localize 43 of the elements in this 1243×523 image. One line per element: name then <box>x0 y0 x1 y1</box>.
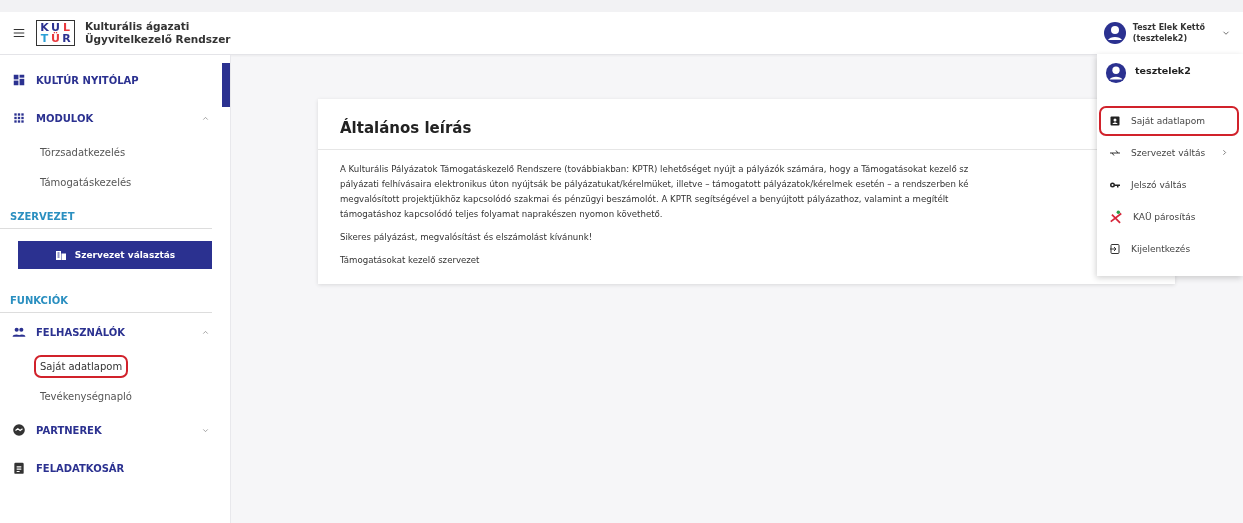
user-avatar-icon <box>1102 21 1127 45</box>
user-login: (tesztelek2) <box>1132 33 1189 44</box>
sidebar-item[interactable]: FELADATKOSÁR <box>0 449 222 487</box>
app-subtitle: Ügyvitelkezelő Rendszer <box>85 33 231 46</box>
paragraph-line: megvalósított projektjükhöz kapcsolódó szakmai és pénzügyi beszámolót. A KPTR segítségével a benyújtott pályázathoz, valamint a megítélt <box>340 193 949 206</box>
contact-card-icon <box>1109 115 1121 127</box>
kau-logo-icon <box>1109 210 1123 224</box>
menu-item[interactable]: KAÜ párosítás <box>1099 202 1239 232</box>
sidebar-subitem[interactable]: Támogatáskezelés <box>34 170 138 194</box>
paragraph-line: Sikeres pályázást, megvalósítást és elszámolást kívánunk! <box>340 231 593 244</box>
sidebar-group[interactable]: FELHASZNÁLÓK <box>0 313 222 351</box>
dashboard-icon <box>12 73 26 87</box>
sidebar-subitem[interactable]: Tevékenységnapló <box>34 384 138 408</box>
sidebar-group[interactable]: PARTNEREK <box>0 411 222 449</box>
people-icon <box>12 325 26 339</box>
menu-item[interactable]: Szervezet váltás <box>1099 138 1239 168</box>
sidebar-item[interactable]: KULTÚR NYITÓLAP <box>0 61 222 99</box>
menu-item[interactable]: Kijelentkezés <box>1099 234 1239 264</box>
menu-item[interactable]: Saját adatlapom <box>1099 106 1239 136</box>
chevron-right-icon <box>1220 147 1229 157</box>
grid-icon <box>12 111 26 125</box>
swap-arrows-icon <box>1109 147 1121 159</box>
logout-icon <box>1109 243 1121 255</box>
menu-icon[interactable] <box>12 26 26 40</box>
user-name: Teszt Elek Kettő <box>1132 22 1205 33</box>
menu-item[interactable]: Jelszó váltás <box>1099 170 1239 200</box>
menu-username: tesztelek2 <box>1135 65 1191 76</box>
section-heading: SZERVEZET <box>0 197 212 229</box>
organization-select-button[interactable]: Szervezet választás <box>18 241 212 269</box>
paragraph-line: támogatáshoz kapcsolódó teljes folyamat naprakészen nyomon követhető. <box>340 208 663 221</box>
logo: K U L T Ü R <box>36 20 75 46</box>
building-icon <box>54 249 67 261</box>
clipboard-icon <box>12 461 26 475</box>
paragraph-line: A Kulturális Pályázatok Támogatáskezelő Rendszere (továbbiakban: KPTR) lehetőséget nyújt a pályázók számára, hogy a Támogatásokat kezelő sz <box>340 163 969 176</box>
section-heading: FUNKCIÓK <box>0 281 212 313</box>
app-title: Kulturális ágazati <box>85 20 191 33</box>
sidebar-group[interactable]: MODULOK <box>0 99 222 137</box>
paragraph-line: Támogatásokat kezelő szervezet <box>340 254 480 267</box>
sidebar-subitem[interactable]: Saját adatlapom <box>34 354 129 378</box>
paragraph-line: pályázati felhívásaira elektronikus úton nyújtsák be pályázatukat/kérelmüket, illetve – támogatott pályázatok/kérelmek esetén – a rendszerben ké <box>340 178 969 191</box>
user-avatar-icon <box>1105 62 1127 84</box>
scrollbar-thumb[interactable] <box>222 63 230 107</box>
sidebar-subitem[interactable]: Törzsadatkezelés <box>34 140 132 164</box>
